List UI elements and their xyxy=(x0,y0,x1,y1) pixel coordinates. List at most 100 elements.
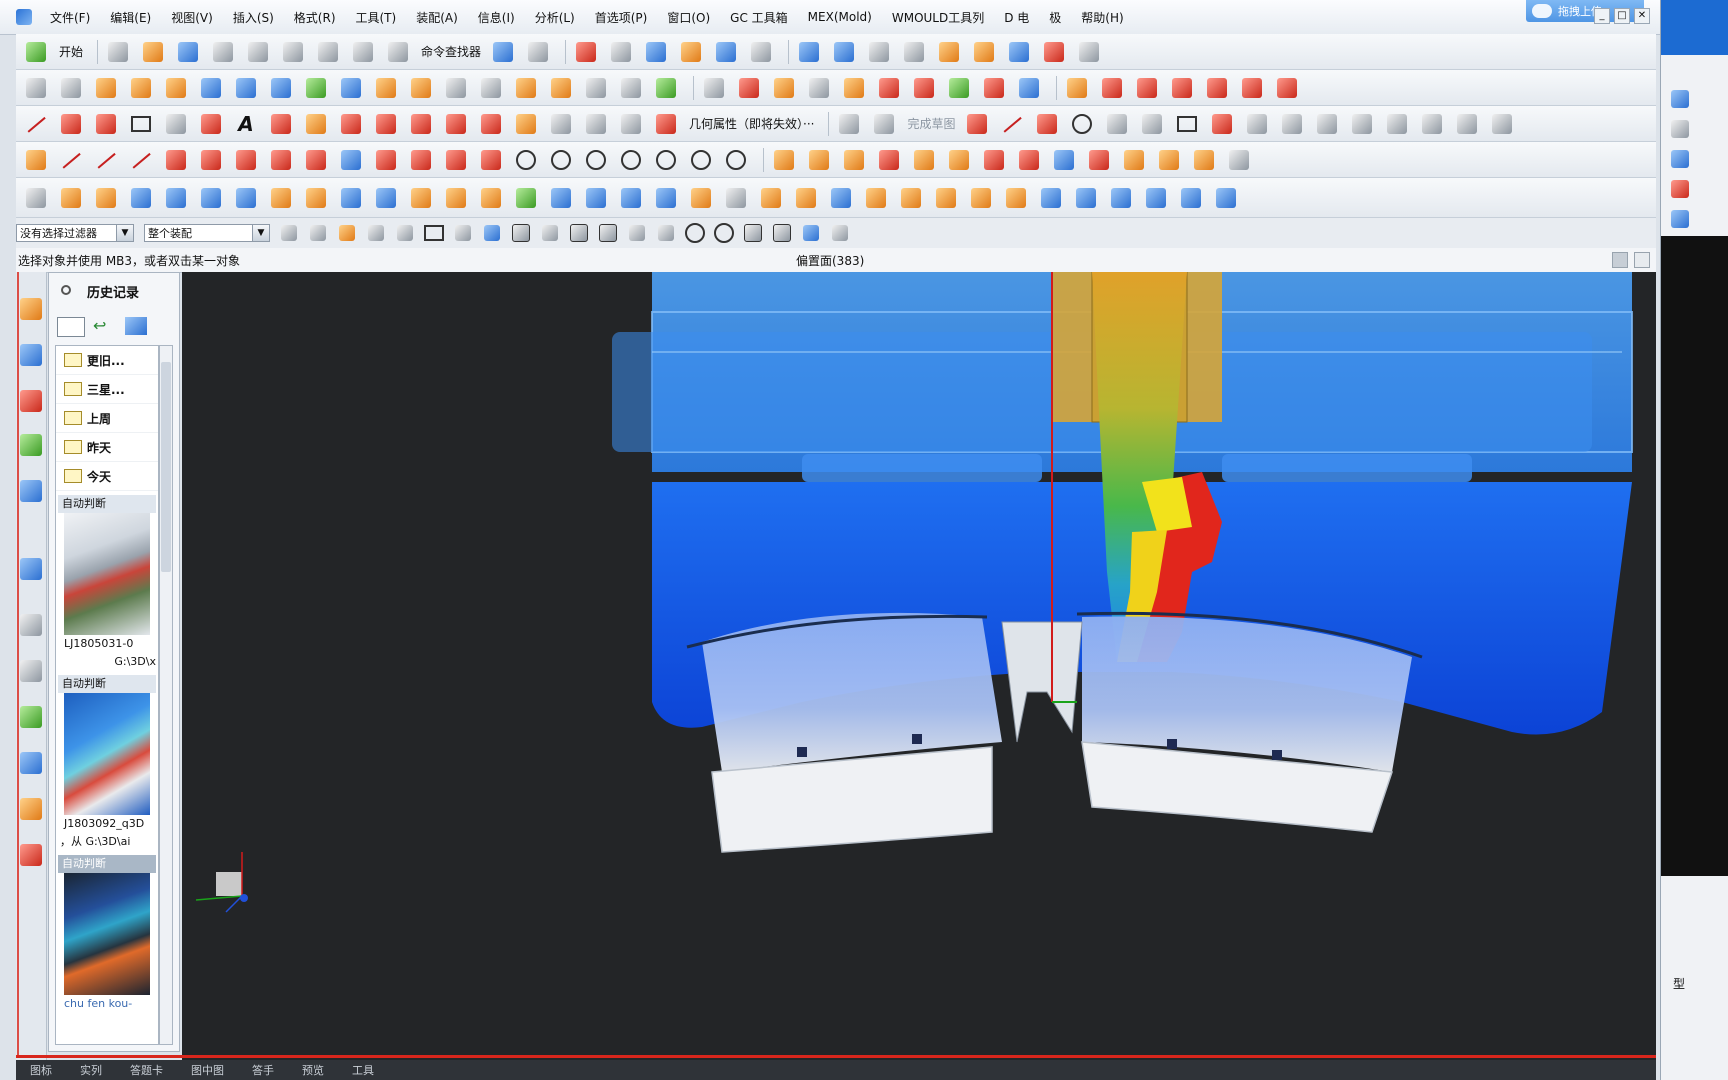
snap-enable-icon[interactable] xyxy=(510,222,532,244)
menu-file[interactable]: 文件(F) xyxy=(40,9,100,26)
cone-icon[interactable] xyxy=(1177,184,1205,212)
corner-icon[interactable] xyxy=(477,146,505,174)
select-tool-icon[interactable] xyxy=(489,38,517,66)
styled-blend-icon[interactable] xyxy=(735,74,763,102)
circle-center-icon[interactable] xyxy=(512,146,540,174)
transform-icon[interactable] xyxy=(970,38,998,66)
conic-icon[interactable] xyxy=(267,146,295,174)
point-constructor-icon[interactable] xyxy=(829,222,851,244)
emboss-icon[interactable] xyxy=(757,184,785,212)
thicken-sheet-icon[interactable] xyxy=(722,184,750,212)
hole-icon[interactable] xyxy=(840,146,868,174)
undo-icon[interactable] xyxy=(314,38,342,66)
wireframe-sphere-icon[interactable] xyxy=(1212,184,1240,212)
open-folder-icon[interactable] xyxy=(139,38,167,66)
background-icon[interactable] xyxy=(747,38,775,66)
open-box-icon[interactable] xyxy=(1037,184,1065,212)
sew-icon[interactable] xyxy=(477,74,505,102)
bridge-curve-icon[interactable] xyxy=(1273,74,1301,102)
curve-rule-icon[interactable] xyxy=(365,222,387,244)
mold-icon[interactable] xyxy=(92,184,120,212)
finish-sketch-icon[interactable] xyxy=(870,110,898,138)
fillet-curve-icon[interactable] xyxy=(1203,74,1231,102)
menu-edit[interactable]: 编辑(E) xyxy=(100,9,161,26)
history-icon[interactable] xyxy=(20,614,42,636)
offset-curve-icon[interactable] xyxy=(302,110,330,138)
process-studio-icon[interactable] xyxy=(20,706,42,728)
counterbore-icon[interactable] xyxy=(407,184,435,212)
cylinder-icon[interactable] xyxy=(372,184,400,212)
pocket-icon[interactable] xyxy=(910,146,938,174)
text-icon[interactable]: A xyxy=(232,110,260,138)
sketch-arc-icon[interactable] xyxy=(1033,110,1061,138)
transition-icon[interactable] xyxy=(652,74,680,102)
fillet-2-icon[interactable] xyxy=(372,146,400,174)
rotate-view-icon[interactable] xyxy=(607,38,635,66)
resize-face-icon[interactable] xyxy=(267,184,295,212)
subtract-icon[interactable] xyxy=(1050,146,1078,174)
bottom-tab[interactable]: 工具 xyxy=(338,1062,388,1078)
history-entry[interactable]: 自动判断 chu fen kou- xyxy=(58,855,156,1013)
thicken-icon[interactable] xyxy=(547,74,575,102)
menu-electrode[interactable]: D 电 xyxy=(994,9,1039,26)
circle-point-icon[interactable] xyxy=(652,146,680,174)
menu-view[interactable]: 视图(V) xyxy=(161,9,223,26)
menu-mex-mold[interactable]: MEX(Mold) xyxy=(798,10,882,24)
copy-icon[interactable] xyxy=(244,38,272,66)
delete-face-icon[interactable] xyxy=(302,184,330,212)
pull-face-icon[interactable] xyxy=(197,184,225,212)
sphere-icon[interactable] xyxy=(1072,184,1100,212)
law-extension-icon[interactable] xyxy=(805,74,833,102)
chart-icon[interactable] xyxy=(1671,210,1689,228)
wedge-icon[interactable] xyxy=(862,184,890,212)
helix-icon[interactable] xyxy=(442,110,470,138)
snap-icon[interactable] xyxy=(935,38,963,66)
start-menu-button[interactable]: 开始 xyxy=(59,43,83,60)
sketch-rectangle-icon[interactable] xyxy=(1173,110,1201,138)
select-all-icon[interactable] xyxy=(336,222,358,244)
menu-preferences[interactable]: 首选项(P) xyxy=(585,9,658,26)
rectangle-select-icon[interactable] xyxy=(423,222,445,244)
circle-arc-icon[interactable] xyxy=(722,146,750,174)
intersection-point-icon[interactable] xyxy=(626,222,648,244)
save-icon[interactable] xyxy=(174,38,202,66)
system-materials-icon[interactable] xyxy=(20,660,42,682)
show-hidden-icon[interactable] xyxy=(452,222,474,244)
arc-icon[interactable] xyxy=(57,110,85,138)
patch-icon[interactable] xyxy=(512,74,540,102)
face-blend-icon[interactable] xyxy=(700,74,728,102)
assembly-icon[interactable] xyxy=(795,38,823,66)
unite-icon[interactable] xyxy=(1015,146,1043,174)
filter-reset-icon[interactable] xyxy=(278,222,300,244)
menu-tools[interactable]: 工具(T) xyxy=(346,9,407,26)
make-corner-icon[interactable] xyxy=(1383,110,1411,138)
constraint-navigator-icon[interactable] xyxy=(20,344,42,366)
line-point-point-icon[interactable] xyxy=(92,146,120,174)
extract-curve-icon[interactable] xyxy=(512,110,540,138)
history-folder-older[interactable]: 更旧... xyxy=(56,346,158,375)
wave-icon[interactable] xyxy=(512,184,540,212)
sketch-chamfer-icon[interactable] xyxy=(1138,110,1166,138)
arc-3pt-icon[interactable] xyxy=(197,146,225,174)
join-curve-icon[interactable] xyxy=(407,110,435,138)
law-curve-icon[interactable] xyxy=(477,110,505,138)
perpendicular-icon[interactable] xyxy=(655,222,677,244)
pattern-icon[interactable] xyxy=(1190,146,1218,174)
cut-icon[interactable] xyxy=(209,38,237,66)
offset-sketch-icon[interactable] xyxy=(1278,110,1306,138)
palette-icon[interactable] xyxy=(20,558,42,580)
display-constraints-icon[interactable] xyxy=(1453,110,1481,138)
through-mesh-icon[interactable] xyxy=(267,74,295,102)
mid-point-icon[interactable] xyxy=(568,222,590,244)
split-body-icon[interactable] xyxy=(1155,146,1183,174)
bounded-curve-icon[interactable] xyxy=(1238,74,1266,102)
box-icon[interactable] xyxy=(827,184,855,212)
menu-format[interactable]: 格式(R) xyxy=(284,9,346,26)
fit-view-icon[interactable] xyxy=(572,38,600,66)
image-view-icon[interactable] xyxy=(125,317,147,335)
bridge-icon[interactable] xyxy=(582,74,610,102)
component-icon[interactable] xyxy=(830,38,858,66)
history-folder-last-week[interactable]: 上周 xyxy=(56,404,158,433)
rib-icon[interactable] xyxy=(442,184,470,212)
bottom-tab[interactable]: 实列 xyxy=(66,1062,116,1078)
